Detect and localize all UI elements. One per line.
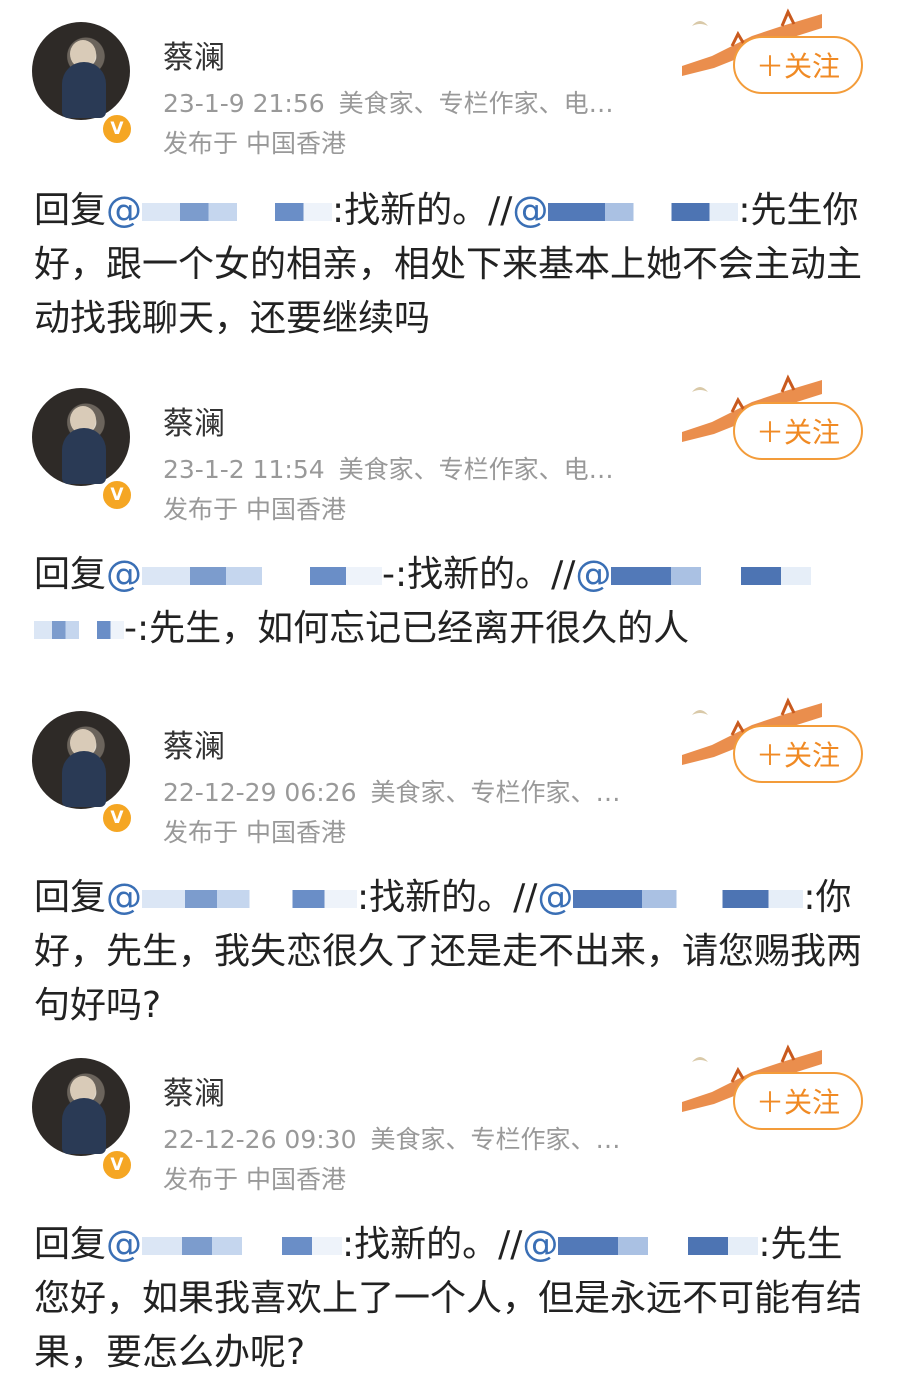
post-location: 发布于 中国香港 [163, 818, 346, 847]
author-name[interactable]: 蔡澜 [163, 1068, 225, 1113]
author-name[interactable]: 蔡澜 [163, 32, 225, 77]
mention-link[interactable]: @ [106, 190, 333, 231]
post-content: 回复@:找新的。//@:先生你好，跟一个女的相亲，相处下来基本上她不会主动主动找… [34, 184, 868, 346]
verified-badge-icon: V [100, 478, 134, 512]
author-tags: 美食家、专栏作家、… [370, 1125, 621, 1154]
reply-prefix: 回复 [34, 1224, 107, 1265]
post-location: 发布于 中国香港 [163, 1165, 346, 1194]
reply-text: -:找新的。// [382, 554, 576, 595]
author-tags: 美食家、专栏作家、… [370, 778, 621, 807]
post-location: 发布于 中国香港 [163, 495, 346, 524]
redacted-username [548, 203, 739, 221]
post-time: 23-1-2 11:54 [163, 455, 325, 484]
post-meta: 23-1-2 11:54 美食家、专栏作家、电… [163, 450, 614, 486]
reply-text: :找新的。// [332, 190, 513, 231]
redacted-username [34, 621, 124, 639]
avatar-figure [62, 62, 106, 118]
mention-link[interactable]: @ [537, 877, 804, 918]
post-time: 22-12-29 06:26 [163, 778, 357, 807]
avatar-figure [62, 1098, 106, 1154]
verified-badge-icon: V [100, 801, 134, 835]
follow-button[interactable]: ＋关注 [733, 36, 863, 94]
author-name[interactable]: 蔡澜 [163, 721, 225, 766]
avatar-figure [62, 751, 106, 807]
avatar[interactable] [32, 388, 130, 486]
redacted-username [142, 203, 333, 221]
post-meta: 22-12-26 09:30 美食家、专栏作家、… [163, 1120, 621, 1156]
post-content: 回复@:找新的。//@:你好，先生，我失恋很久了还是走不出来，请您赐我两句好吗? [34, 871, 868, 1033]
post-meta: 22-12-29 06:26 美食家、专栏作家、… [163, 773, 621, 809]
author-tags: 美食家、专栏作家、电… [338, 455, 614, 484]
redacted-username [142, 567, 383, 585]
post-time: 22-12-26 09:30 [163, 1125, 357, 1154]
author-tags: 美食家、专栏作家、电… [338, 89, 614, 118]
redacted-username [558, 1237, 759, 1255]
reply-prefix: 回复 [34, 554, 107, 595]
avatar[interactable] [32, 711, 130, 809]
mention-link[interactable]: @ [522, 1224, 759, 1265]
post-meta: 23-1-9 21:56 美食家、专栏作家、电… [163, 84, 614, 120]
follow-button[interactable]: ＋关注 [733, 402, 863, 460]
mention-link[interactable]: @ [575, 554, 812, 595]
verified-badge-icon: V [100, 1148, 134, 1182]
reply-prefix: 回复 [34, 877, 107, 918]
redacted-username [611, 567, 812, 585]
avatar[interactable] [32, 1058, 130, 1156]
mention-link[interactable]: @ [106, 554, 383, 595]
mention-link[interactable]: @ [106, 877, 358, 918]
post-content: 回复@:找新的。//@:先生您好，如果我喜欢上了一个人，但是永远不可能有结果，要… [34, 1218, 868, 1380]
reply-text: :找新的。// [357, 877, 538, 918]
follow-button[interactable]: ＋关注 [733, 725, 863, 783]
verified-badge-icon: V [100, 112, 134, 146]
mention-link[interactable]: @ [512, 190, 739, 231]
follow-button[interactable]: ＋关注 [733, 1072, 863, 1130]
post-time: 23-1-9 21:56 [163, 89, 325, 118]
question-text: -:先生，如何忘记已经离开很久的人 [124, 608, 690, 649]
avatar[interactable] [32, 22, 130, 120]
reply-prefix: 回复 [34, 190, 107, 231]
post-content: 回复@ -:找新的。//@-:先生，如何忘记已经离开很久的人 [34, 548, 868, 656]
post-location: 发布于 中国香港 [163, 129, 346, 158]
mention-link[interactable]: @ [106, 1224, 343, 1265]
avatar-figure [62, 428, 106, 484]
author-name[interactable]: 蔡澜 [163, 398, 225, 443]
redacted-username [142, 890, 358, 908]
redacted-username [573, 890, 804, 908]
redacted-username [142, 1237, 343, 1255]
reply-text: :找新的。// [342, 1224, 523, 1265]
